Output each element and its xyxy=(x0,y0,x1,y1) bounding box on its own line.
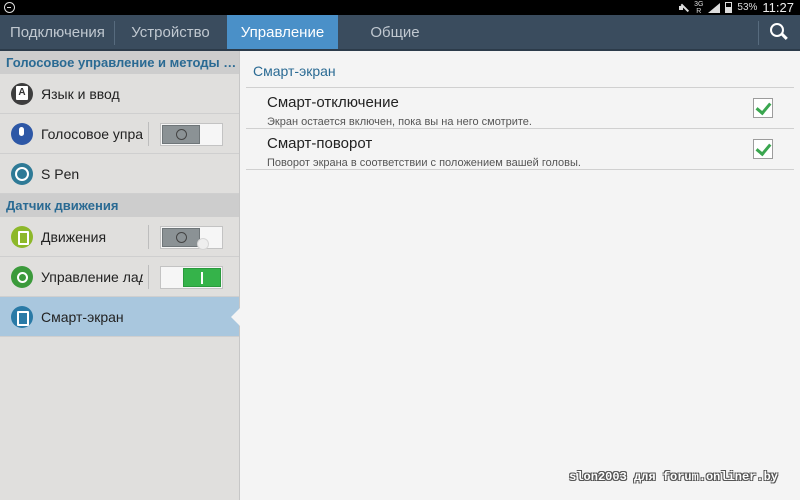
signal-icon xyxy=(708,2,721,13)
tab-connections[interactable]: Подключения xyxy=(0,15,104,49)
divider xyxy=(148,122,149,146)
tab-device[interactable]: Устройство xyxy=(115,15,226,49)
sidebar-item-label: Движения xyxy=(41,228,107,245)
sidebar-item-label: Голосовое упра xyxy=(41,125,143,142)
motion-toggle[interactable] xyxy=(160,226,223,249)
sidebar-item-label: Смарт-экран xyxy=(41,308,124,325)
setting-subtitle: Экран остается включен, пока вы на него … xyxy=(267,116,532,128)
sidebar-item-label: S Pen xyxy=(41,165,80,182)
sidebar-item-smart-screen[interactable]: Смарт-экран xyxy=(0,297,240,337)
toggle-knob xyxy=(162,228,200,247)
sidebar-item-voice-control[interactable]: Голосовое упра xyxy=(0,114,239,154)
divider xyxy=(246,87,794,88)
voice-control-toggle[interactable] xyxy=(160,123,223,146)
notification-icon xyxy=(4,2,15,13)
sidebar-item-s-pen[interactable]: S Pen xyxy=(0,154,239,194)
watermark-text: slon2003 для forum.onliner.by xyxy=(569,470,778,484)
sidebar-section-header: Датчик движения xyxy=(0,194,239,217)
divider xyxy=(246,169,794,170)
divider xyxy=(148,265,149,289)
smart-screen-icon xyxy=(11,305,33,328)
sidebar-item-label: Управление лад xyxy=(41,268,143,285)
main-content: Смарт-экран Смарт-отключение Экран остае… xyxy=(241,51,800,500)
palm-motion-toggle[interactable] xyxy=(160,266,223,289)
mute-icon xyxy=(679,3,689,13)
battery-percent: 53% xyxy=(737,2,758,13)
setting-smart-rotation[interactable]: Смарт-поворот Поворот экрана в соответст… xyxy=(267,135,787,169)
voice-control-icon xyxy=(11,122,33,145)
motion-icon xyxy=(11,225,33,248)
sidebar-item-language-input[interactable]: Язык и ввод xyxy=(0,74,239,114)
smart-stay-checkbox[interactable] xyxy=(753,98,773,118)
network-type-label: 3G R xyxy=(694,0,704,15)
tab-bar: Подключения Устройство Управление Общие xyxy=(0,15,800,51)
sidebar-item-palm-motion[interactable]: Управление лад xyxy=(0,257,239,297)
setting-subtitle: Поворот экрана в соответствии с положени… xyxy=(267,157,581,169)
language-icon xyxy=(11,82,33,105)
battery-icon xyxy=(725,2,733,13)
clock: 11:27 xyxy=(762,0,794,15)
tab-divider xyxy=(758,21,759,45)
status-icons: 3G R 53% 11:27 xyxy=(679,0,794,15)
setting-smart-stay[interactable]: Смарт-отключение Экран остается включен,… xyxy=(267,94,787,128)
status-bar: 3G R 53% 11:27 xyxy=(0,0,800,15)
sidebar-section-header: Голосовое управление и методы в... xyxy=(0,51,239,74)
smart-rotation-checkbox[interactable] xyxy=(753,139,773,159)
toggle-knob xyxy=(183,268,221,287)
tab-controls[interactable]: Управление xyxy=(227,15,338,49)
scroll-indicator[interactable] xyxy=(197,238,209,250)
toggle-knob xyxy=(162,125,200,144)
sidebar: Голосовое управление и методы в... Язык … xyxy=(0,51,240,500)
search-icon[interactable] xyxy=(770,23,788,41)
setting-title: Смарт-поворот xyxy=(267,135,373,152)
section-title: Смарт-экран xyxy=(253,63,336,79)
sidebar-item-label: Язык и ввод xyxy=(41,85,120,102)
divider xyxy=(246,128,794,129)
tab-general[interactable]: Общие xyxy=(340,15,450,49)
sidebar-item-motion[interactable]: Движения xyxy=(0,217,239,257)
divider xyxy=(148,225,149,249)
setting-title: Смарт-отключение xyxy=(267,94,399,111)
palm-motion-icon xyxy=(11,265,33,288)
s-pen-icon xyxy=(11,162,33,185)
